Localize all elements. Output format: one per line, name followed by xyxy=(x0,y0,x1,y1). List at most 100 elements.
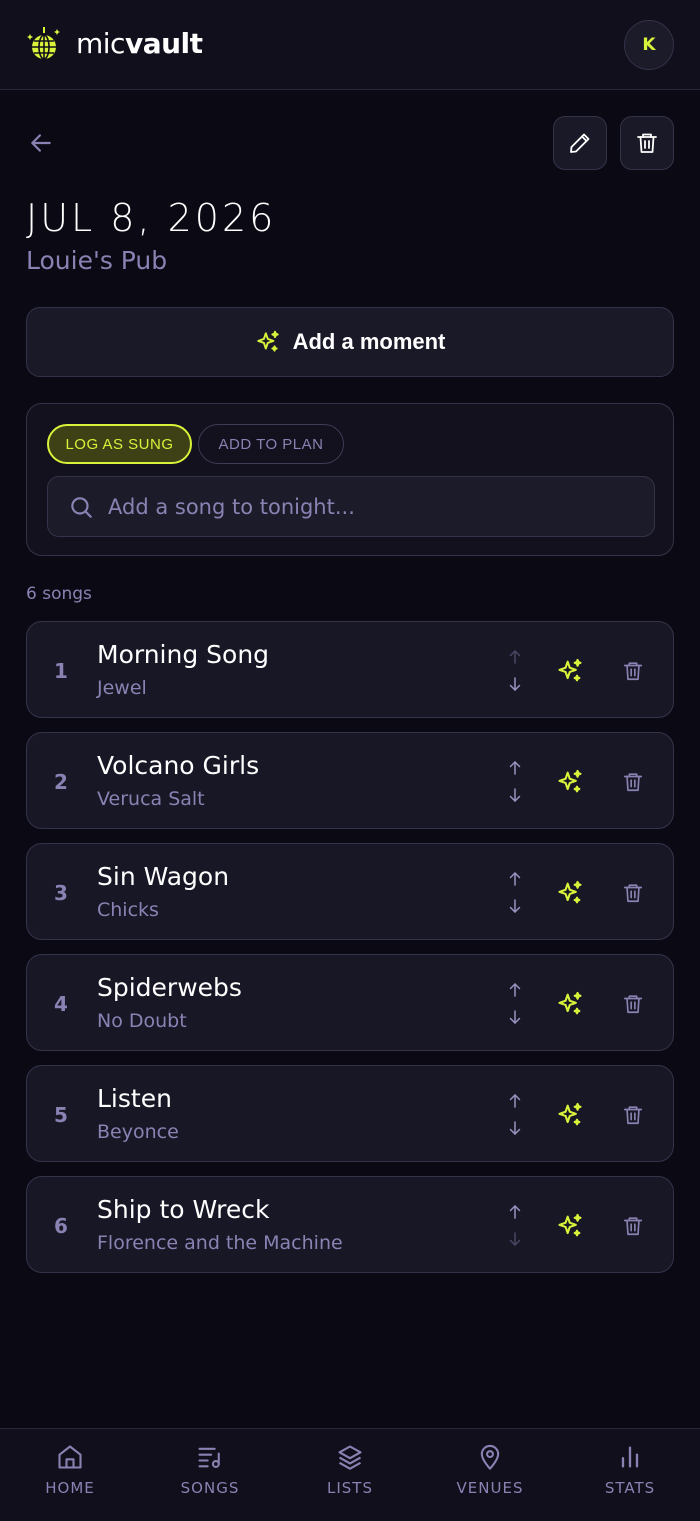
trash-icon xyxy=(623,662,643,681)
arrow-up-icon xyxy=(509,650,521,664)
sparkles-icon xyxy=(558,880,582,904)
arrow-up-icon xyxy=(509,1094,521,1108)
add-moment-for-song-button[interactable] xyxy=(555,989,585,1019)
edit-button[interactable] xyxy=(553,116,607,170)
trash-icon xyxy=(623,1106,643,1125)
trash-icon xyxy=(623,773,643,792)
nav-lists-label: LISTS xyxy=(327,1479,373,1497)
pencil-icon xyxy=(570,133,590,153)
arrow-up-icon xyxy=(509,983,521,997)
nav-lists[interactable]: LISTS xyxy=(280,1429,420,1521)
song-title: Ship to Wreck xyxy=(97,1195,270,1224)
remove-song-button[interactable] xyxy=(620,1211,646,1241)
nav-home[interactable]: HOME xyxy=(0,1429,140,1521)
song-row[interactable]: 6 Ship to Wreck Florence and the Machine xyxy=(26,1176,674,1273)
arrow-up-icon xyxy=(509,1205,521,1219)
sparkles-icon xyxy=(558,991,582,1015)
trash-icon xyxy=(623,884,643,903)
song-title: Morning Song xyxy=(97,640,270,669)
arrow-up-icon xyxy=(509,761,521,775)
venue-name[interactable]: Louie's Pub xyxy=(26,246,167,275)
nav-songs[interactable]: SONGS xyxy=(140,1429,280,1521)
add-moment-for-song-button[interactable] xyxy=(555,767,585,797)
song-artist: No Doubt xyxy=(97,1010,187,1032)
search-box[interactable] xyxy=(47,476,655,537)
mode-log-as-sung-toggle[interactable]: LOG AS SUNG xyxy=(47,424,192,464)
trash-icon xyxy=(623,995,643,1014)
song-row[interactable]: 3 Sin Wagon Chicks xyxy=(26,843,674,940)
log-song-panel: LOG AS SUNG ADD TO PLAN xyxy=(26,403,674,556)
delete-night-button[interactable] xyxy=(620,116,674,170)
arrow-up-icon xyxy=(509,872,521,886)
song-row[interactable]: 4 Spiderwebs No Doubt xyxy=(26,954,674,1051)
bar-chart-icon xyxy=(621,1446,639,1468)
nav-stats[interactable]: STATS xyxy=(560,1429,700,1521)
music-list-icon xyxy=(198,1447,220,1468)
map-pin-icon xyxy=(480,1444,500,1470)
disco-ball-icon xyxy=(27,27,60,60)
sparkles-icon xyxy=(558,769,582,793)
nav-stats-label: STATS xyxy=(604,1479,656,1497)
song-title: Sin Wagon xyxy=(97,862,230,891)
add-moment-for-song-button[interactable] xyxy=(555,1100,585,1130)
remove-song-button[interactable] xyxy=(620,767,646,797)
arrow-down-icon xyxy=(509,1010,521,1024)
arrow-down-icon xyxy=(509,899,521,913)
nav-songs-label: SONGS xyxy=(180,1479,240,1497)
mode-add-to-plan-toggle[interactable]: ADD TO PLAN xyxy=(198,424,344,464)
song-search-input[interactable] xyxy=(108,494,654,519)
arrow-down-icon xyxy=(509,788,521,802)
sparkles-icon xyxy=(558,658,582,682)
add-moment-for-song-button[interactable] xyxy=(555,878,585,908)
app-root: micvault K JUL 8, 2026 Louie's Pub Add a… xyxy=(0,0,700,1521)
move-down-button[interactable] xyxy=(505,895,525,917)
sparkles-icon xyxy=(558,1213,582,1237)
brand-name-light: mic xyxy=(76,27,125,60)
song-number: 2 xyxy=(54,769,68,794)
song-list: 1 Morning Song Jewel 2 Volcano Girls Ver… xyxy=(26,621,674,1287)
trash-icon xyxy=(637,133,657,153)
remove-song-button[interactable] xyxy=(620,1100,646,1130)
song-number: 3 xyxy=(54,880,68,905)
arrow-down-icon xyxy=(509,1121,521,1135)
logo[interactable]: micvault xyxy=(26,26,203,62)
song-artist: Veruca Salt xyxy=(97,788,205,810)
brand-name: micvault xyxy=(76,26,203,62)
song-row[interactable]: 5 Listen Beyonce xyxy=(26,1065,674,1162)
arrow-left-icon xyxy=(31,134,51,152)
move-down-button[interactable] xyxy=(505,673,525,695)
add-moment-for-song-button[interactable] xyxy=(555,1211,585,1241)
brand-name-bold: vault xyxy=(124,27,203,60)
move-down-button[interactable] xyxy=(505,1117,525,1139)
song-row[interactable]: 2 Volcano Girls Veruca Salt xyxy=(26,732,674,829)
song-title: Spiderwebs xyxy=(97,973,242,1002)
sparkles-icon xyxy=(558,1102,582,1126)
add-moment-button[interactable]: Add a moment xyxy=(26,307,674,377)
move-down-button[interactable] xyxy=(505,784,525,806)
back-button[interactable] xyxy=(26,128,56,158)
song-title: Volcano Girls xyxy=(97,751,260,780)
song-row[interactable]: 1 Morning Song Jewel xyxy=(26,621,674,718)
arrow-down-icon xyxy=(509,677,521,691)
move-up-button[interactable] xyxy=(505,979,525,1001)
move-up-button[interactable] xyxy=(505,1201,525,1223)
bottom-nav: HOME SONGS LISTS VENUES STATS xyxy=(0,1428,700,1521)
song-artist: Florence and the Machine xyxy=(97,1232,343,1254)
home-icon xyxy=(58,1445,82,1469)
move-up-button[interactable] xyxy=(505,1090,525,1112)
move-up-button[interactable] xyxy=(505,757,525,779)
song-artist: Beyonce xyxy=(97,1121,179,1143)
move-up-button[interactable] xyxy=(505,868,525,890)
song-number: 4 xyxy=(54,991,68,1016)
remove-song-button[interactable] xyxy=(620,656,646,686)
remove-song-button[interactable] xyxy=(620,878,646,908)
song-title: Listen xyxy=(97,1084,172,1113)
avatar[interactable]: K xyxy=(624,20,674,70)
add-moment-for-song-button[interactable] xyxy=(555,656,585,686)
remove-song-button[interactable] xyxy=(620,989,646,1019)
song-artist: Chicks xyxy=(97,899,159,921)
app-header: micvault K xyxy=(0,0,700,90)
nav-venues[interactable]: VENUES xyxy=(420,1429,560,1521)
move-down-button[interactable] xyxy=(505,1006,525,1028)
song-count: 6 songs xyxy=(26,584,92,604)
